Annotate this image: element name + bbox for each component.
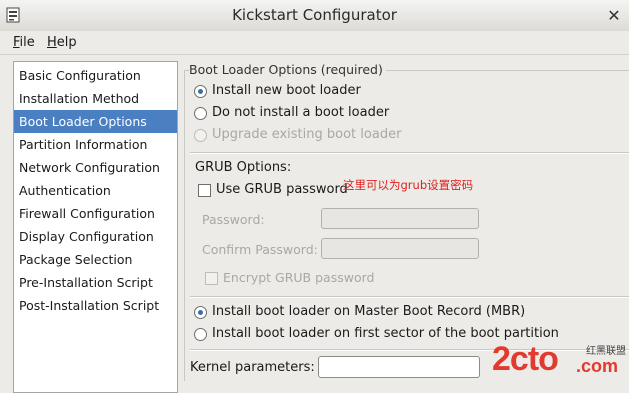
use-grub-password-label[interactable]: Use GRUB password	[216, 182, 348, 197]
section-list[interactable]: Basic Configuration Installation Method …	[13, 61, 178, 393]
use-grub-password-checkbox[interactable]	[198, 184, 211, 197]
kernel-parameters-label: Kernel parameters:	[190, 360, 315, 375]
menu-help[interactable]: Help	[47, 35, 77, 50]
confirm-password-field	[321, 238, 479, 259]
kernel-parameters-input[interactable]	[318, 356, 480, 378]
confirm-password-label: Confirm Password:	[202, 242, 318, 257]
upgrade-existing-radio	[194, 129, 207, 142]
sidebar-item-partition-information[interactable]: Partition Information	[14, 133, 177, 156]
sidebar-item-authentication[interactable]: Authentication	[14, 179, 177, 202]
sidebar-item-display-configuration[interactable]: Display Configuration	[14, 225, 177, 248]
menu-help-mnemonic: H	[47, 35, 57, 50]
sidebar-item-firewall-configuration[interactable]: Firewall Configuration	[14, 202, 177, 225]
install-mbr-label[interactable]: Install boot loader on Master Boot Recor…	[212, 304, 525, 319]
grub-options-title: GRUB Options:	[195, 160, 292, 175]
password-field	[321, 208, 479, 229]
install-new-label[interactable]: Install new boot loader	[212, 83, 361, 98]
menu-file-label: ile	[19, 35, 35, 50]
do-not-install-radio[interactable]	[194, 107, 207, 120]
do-not-install-label[interactable]: Do not install a boot loader	[212, 105, 389, 120]
menu-file[interactable]: File	[13, 35, 35, 50]
sidebar-item-installation-method[interactable]: Installation Method	[14, 87, 177, 110]
menu-bar: File Help	[0, 31, 629, 55]
group-title: Boot Loader Options (required)	[189, 62, 386, 77]
install-first-sector-radio[interactable]	[194, 328, 207, 341]
close-icon[interactable]: ✕	[605, 7, 623, 25]
menu-help-label: elp	[56, 35, 77, 50]
separator	[190, 152, 629, 154]
sidebar-item-post-installation-script[interactable]: Post-Installation Script	[14, 294, 177, 317]
install-mbr-radio[interactable]	[194, 306, 207, 319]
install-new-radio[interactable]	[194, 85, 207, 98]
encrypt-grub-password-checkbox	[205, 272, 218, 285]
sidebar-item-pre-installation-script[interactable]: Pre-Installation Script	[14, 271, 177, 294]
watermark-text: 2cto	[492, 340, 559, 378]
watermark-tagline: 红黑联盟	[586, 346, 626, 357]
encrypt-grub-password-label: Encrypt GRUB password	[223, 270, 375, 285]
title-bar[interactable]: Kickstart Configurator ✕	[0, 0, 629, 32]
sidebar-item-basic-configuration[interactable]: Basic Configuration	[14, 64, 177, 87]
sidebar-item-package-selection[interactable]: Package Selection	[14, 248, 177, 271]
annotation-text: 这里可以为grub设置密码	[343, 178, 474, 192]
sidebar-item-network-configuration[interactable]: Network Configuration	[14, 156, 177, 179]
sidebar-item-boot-loader-options[interactable]: Boot Loader Options	[14, 110, 177, 133]
window-title: Kickstart Configurator	[232, 6, 397, 24]
watermark-logo: 2cto .com 红黑联盟	[490, 338, 629, 380]
separator	[190, 296, 629, 298]
password-label: Password:	[202, 212, 265, 227]
upgrade-existing-label: Upgrade existing boot loader	[212, 127, 402, 142]
watermark-suffix: .com	[576, 356, 619, 376]
